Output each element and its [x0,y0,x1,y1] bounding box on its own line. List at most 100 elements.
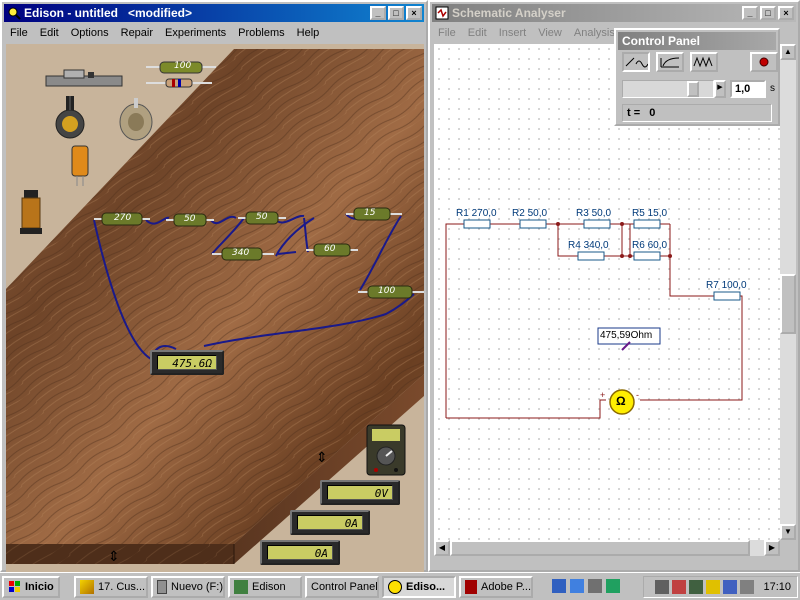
slider-thumb[interactable] [687,81,699,97]
bench-resistor-340-label: 340 [232,248,250,258]
record-button[interactable] [750,52,778,72]
task-6[interactable]: Adobe P... [459,576,533,598]
edison-window: Edison - untitled <modified> _ □ × File … [0,0,428,574]
task-5[interactable]: Ediso... [382,576,456,598]
ammeter-1-reading: 0A [297,515,363,530]
time-readout-label: t = [627,107,641,119]
edison-titlebar[interactable]: Edison - untitled <modified> _ □ × [4,4,424,22]
menu-problems[interactable]: Problems [232,27,290,39]
transient-button[interactable] [656,52,684,72]
tray-icon-4[interactable] [706,580,721,594]
tray-icon-1[interactable] [655,580,670,594]
schematic-horizontal-scrollbar[interactable]: ◀ ▶ [434,540,780,556]
bench-resistor-15[interactable]: 15 [346,206,402,225]
system-tray: 17:10 [643,576,798,598]
bench-resistor-50-b[interactable]: 50 [238,210,286,229]
minimize-button[interactable]: _ [370,6,386,20]
edison-app-icon [234,580,248,594]
ammeter-display-1[interactable]: 0A [290,510,370,535]
clock[interactable]: 17:10 [763,581,791,593]
bench-resistor-60[interactable]: 60 [306,242,358,261]
scroll-left-button[interactable]: ◀ [434,540,450,556]
scroll-up-button[interactable]: ▲ [780,44,796,60]
schem-r7-label: R7 100,0 [706,280,747,291]
schem-menu-analysis[interactable]: Analysis [568,27,621,39]
schematic-title: Schematic Analyser [452,6,566,20]
menu-help[interactable]: Help [291,27,326,39]
task-4[interactable]: Control Panel [305,576,379,598]
dc-ac-button[interactable] [622,52,650,72]
bench-resistor-50-a[interactable]: 50 [166,212,214,231]
time-slider[interactable] [622,80,714,98]
schematic-titlebar[interactable]: Schematic Analyser _ □ × [432,4,796,22]
time-increment-button[interactable]: ▶ [714,80,726,98]
start-button[interactable]: Inicio [2,576,60,598]
resistor-toolbox[interactable]: 100 [146,60,216,77]
inductor-component[interactable] [16,190,46,241]
task-2[interactable]: Nuevo (F:) [151,576,225,598]
scroll-right-button[interactable]: ▶ [764,540,780,556]
scroll-down-button[interactable]: ▼ [780,524,796,540]
schem-menu-edit[interactable]: Edit [462,27,493,39]
ammeter-display-2[interactable]: 0A [260,540,340,565]
waveform-button[interactable] [690,52,718,72]
schem-r2-label: R2 50,0 [512,208,548,219]
tray-icon-5[interactable] [723,580,738,594]
network-icon[interactable] [552,579,566,593]
schematic-close-button[interactable]: × [778,6,794,20]
voltmeter-display[interactable]: 0V [320,480,400,505]
tray-icon-2[interactable] [672,580,687,594]
sync-icon[interactable] [570,579,584,593]
bench-resistor-60-label: 60 [324,244,336,254]
multimeter-component[interactable] [366,424,406,479]
control-panel-window: Control Panel ▶ 1,0 s t = 0 [614,28,780,126]
schem-r5-label: R5 15,0 [632,208,668,219]
capacitor-component[interactable] [146,78,212,91]
schem-menu-insert[interactable]: Insert [493,27,533,39]
drive-icon [157,580,168,594]
menu-options[interactable]: Options [65,27,115,39]
menu-file[interactable]: File [4,27,34,39]
schematic-minimize-button[interactable]: _ [742,6,758,20]
h-scroll-thumb[interactable] [450,540,750,556]
schematic-maximize-button[interactable]: □ [760,6,776,20]
menu-edit[interactable]: Edit [34,27,65,39]
time-value-field[interactable]: 1,0 [730,80,766,98]
bench-resistor-15-label: 15 [364,208,376,218]
switch-component[interactable] [44,68,124,95]
motor-component[interactable] [114,96,160,145]
menu-experiments[interactable]: Experiments [159,27,232,39]
windows-logo-icon [9,581,20,592]
time-unit: s [770,83,775,94]
menu-repair[interactable]: Repair [115,27,159,39]
bench-resistor-100[interactable]: 100 [358,284,424,303]
bench-resistor-270[interactable]: 270 [94,211,150,230]
resistor-toolbox-label: 100 [174,61,192,71]
schem-menu-file[interactable]: File [432,27,462,39]
task-1[interactable]: 17. Cus... [74,576,148,598]
workbench-area: ⇕ ⇕ 100 270 50 50 15 340 60 100 475.6Ω 0… [6,44,424,574]
control-panel-titlebar[interactable]: Control Panel [618,32,776,50]
ohmmeter-display[interactable]: 475.6Ω [150,350,224,375]
electrolytic-capacitor-component[interactable] [68,144,92,189]
schematic-vertical-scrollbar[interactable]: ▲ ▼ [780,44,796,540]
bench-resistor-270-label: 270 [114,213,132,223]
schem-r4-label: R4 340,0 [568,240,609,251]
close-button[interactable]: × [406,6,422,20]
magnifier-small-icon [388,580,402,594]
scroll-thumb[interactable] [780,274,796,334]
potentiometer-component[interactable] [52,96,88,145]
tray-icon-3[interactable] [689,580,704,594]
ammeter-2-reading: 0A [267,545,333,560]
setup-icon[interactable] [606,579,620,593]
schem-menu-view[interactable]: View [532,27,568,39]
bench-resistor-340[interactable]: 340 [212,246,274,265]
adobe-icon [465,580,478,594]
schem-meter-symbol[interactable]: Ω [616,394,626,408]
task-3[interactable]: Edison [228,576,302,598]
edison-menubar: File Edit Options Repair Experiments Pro… [4,24,424,42]
maximize-button[interactable]: □ [388,6,404,20]
printer-icon[interactable] [588,579,602,593]
pen-icon [80,580,94,594]
tray-icon-6[interactable] [740,580,755,594]
